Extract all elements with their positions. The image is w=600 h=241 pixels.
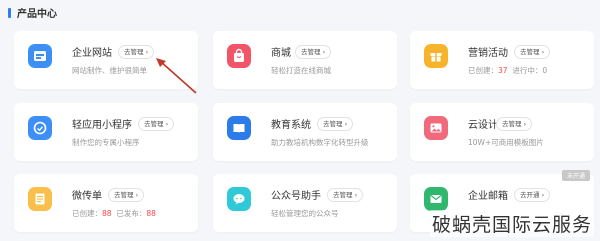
card-stats: 已创建：88 已发布：88 <box>72 209 156 218</box>
card-title: 云设计 <box>468 120 498 131</box>
manage-button[interactable]: 去管理 › <box>317 117 354 131</box>
annotation-arrow-icon <box>156 58 197 94</box>
card-description: 轻松管理您的公众号 <box>271 209 339 218</box>
card-title: 企业网站 <box>72 48 112 59</box>
product-card-education[interactable]: 教育系统 去管理 › 助力教培机构数字化转型升级 <box>213 103 397 161</box>
manage-button[interactable]: 去管理 › <box>327 188 364 202</box>
card-description: 助力教培机构数字化转型升级 <box>271 138 369 147</box>
mail-icon <box>424 187 448 211</box>
card-title: 微传单 <box>72 191 102 202</box>
manage-button[interactable]: 去管理 › <box>295 45 332 59</box>
card-description: 制作您的专属小程序 <box>72 138 140 147</box>
manage-button[interactable]: 去管理 › <box>138 117 175 131</box>
shopping-bag-icon <box>227 44 251 68</box>
watermark: 破蜗壳国际云服务 <box>429 210 594 237</box>
card-title: 营销活动 <box>468 48 508 59</box>
status-badge: 未开通 <box>561 170 590 181</box>
manage-button[interactable]: 去管理 › <box>496 117 533 131</box>
manage-button[interactable]: 去管理 › <box>118 45 155 59</box>
product-card-official-account[interactable]: 公众号助手 去管理 › 轻松管理您的公众号 <box>213 174 397 232</box>
image-icon <box>424 116 448 140</box>
card-description: 网站制作、维护很简单 <box>72 66 147 75</box>
flyer-icon <box>28 187 52 211</box>
card-title: 公众号助手 <box>271 191 321 202</box>
activate-button[interactable]: 去开通 › <box>514 188 551 202</box>
section-header: 产品中心 <box>8 5 57 20</box>
published-count: 88 <box>146 209 156 218</box>
product-card-marketing[interactable]: 营销活动 去管理 › 已创建：37 进行中：0 <box>410 31 594 89</box>
gift-icon <box>424 44 448 68</box>
card-title: 教育系统 <box>271 120 311 131</box>
manage-button[interactable]: 去管理 › <box>514 45 551 59</box>
card-description: 轻松打造在线商城 <box>271 66 331 75</box>
mini-program-icon <box>28 116 52 140</box>
product-card-mall[interactable]: 商城 去管理 › 轻松打造在线商城 <box>213 31 397 89</box>
created-count: 88 <box>102 209 112 218</box>
card-stats: 已创建：37 进行中：0 <box>468 66 548 75</box>
product-card-mini-program[interactable]: 轻应用小程序 去管理 › 制作您的专属小程序 <box>14 103 198 161</box>
manage-button[interactable]: 去管理 › <box>108 188 145 202</box>
book-icon <box>227 116 251 140</box>
running-count: 0 <box>542 66 548 75</box>
card-title: 轻应用小程序 <box>72 120 132 131</box>
card-title: 企业邮箱 <box>468 191 508 202</box>
product-card-flyer[interactable]: 微传单 去管理 › 已创建：88 已发布：88 <box>14 174 198 232</box>
card-title: 商城 <box>271 48 291 59</box>
card-description: 10W+可商用模板图片 <box>468 138 544 147</box>
website-icon <box>28 44 52 68</box>
created-count: 37 <box>498 66 508 75</box>
product-card-cloud-design[interactable]: 云设计 去管理 › 10W+可商用模板图片 <box>410 103 594 161</box>
section-title: 产品中心 <box>17 9 57 20</box>
chat-bubble-icon <box>227 187 251 211</box>
section-accent-bar <box>8 7 11 18</box>
